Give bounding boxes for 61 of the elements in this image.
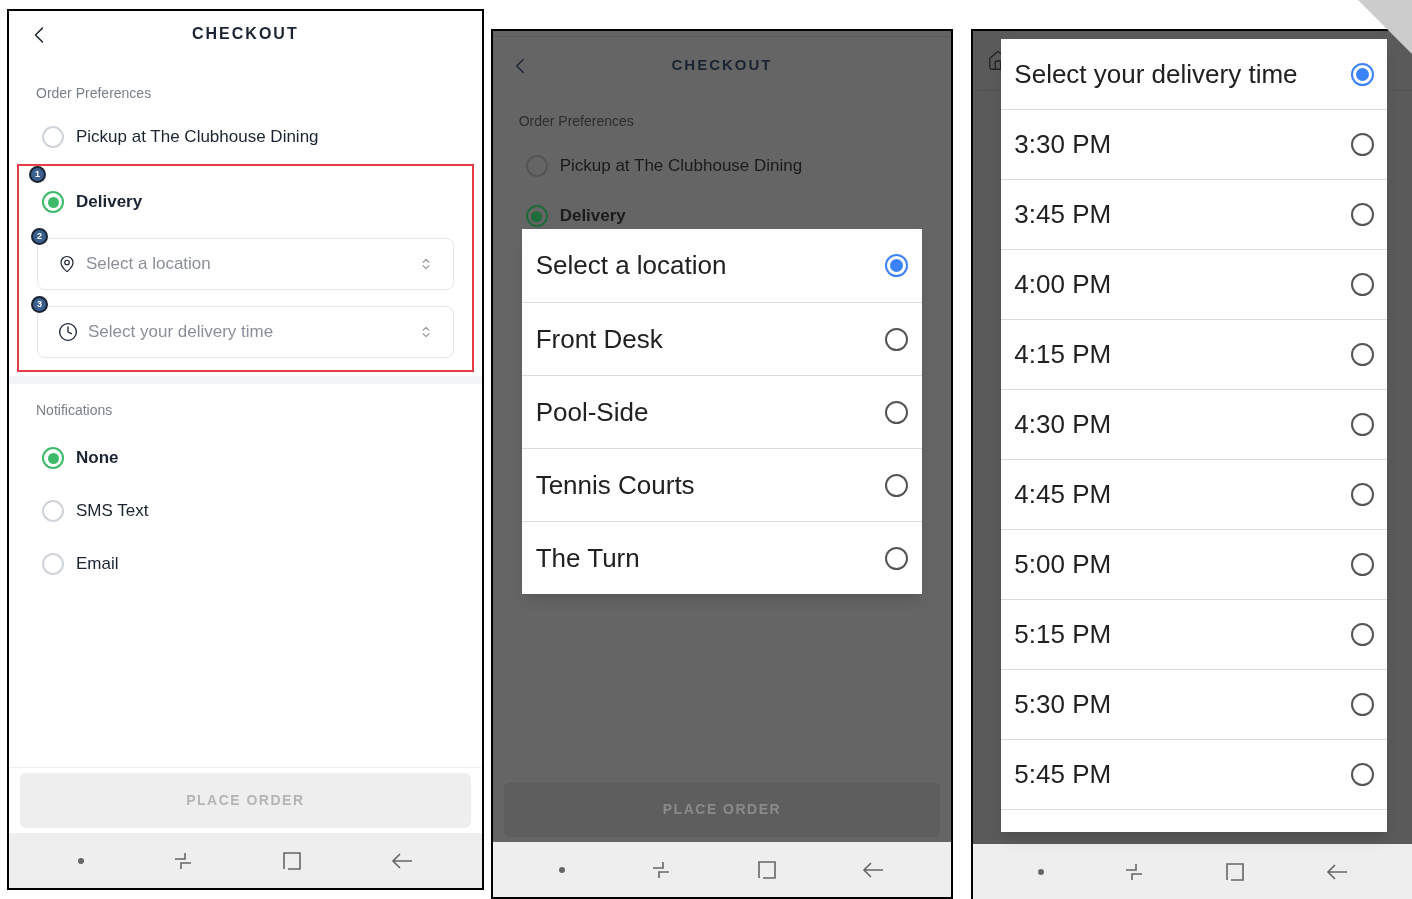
back-arrow-icon[interactable] (1325, 862, 1348, 881)
field-placeholder: Select your delivery time (88, 321, 275, 344)
option-label: Delivery (76, 191, 143, 214)
radio-button[interactable] (1351, 133, 1375, 156)
picker-option[interactable]: Select a location (521, 229, 922, 302)
section-label: Notifications (36, 402, 113, 418)
picker-option[interactable]: 5:00 PM (1001, 529, 1388, 599)
radio-button[interactable] (525, 205, 548, 227)
picker-option[interactable]: Tennis Courts (521, 448, 922, 521)
screen-title: CHECKOUT (671, 54, 773, 75)
back-arrow-icon[interactable] (862, 860, 885, 879)
radio-button[interactable] (1351, 413, 1375, 436)
screen-title: CHECKOUT (192, 24, 299, 44)
option-label: Email (76, 553, 119, 576)
location-pin-icon (58, 255, 76, 273)
step-badge: 1 (29, 166, 46, 183)
radio-button[interactable] (1351, 273, 1375, 296)
option-label: Pickup at The Clubhouse Dining (559, 155, 803, 178)
option-label: SMS Text (76, 500, 149, 523)
radio-button[interactable] (884, 327, 908, 351)
radio-button[interactable] (1351, 553, 1375, 576)
radio-button[interactable] (1351, 693, 1375, 716)
back-arrow-icon[interactable] (391, 851, 414, 870)
radio-button[interactable] (884, 473, 908, 497)
step-badge: 3 (31, 296, 48, 313)
picker-option[interactable]: 5:45 PM (1001, 739, 1388, 809)
page-corner-drawing (1358, 0, 1412, 54)
picker-option[interactable]: Select your delivery time (1001, 39, 1388, 109)
clock-icon (58, 322, 78, 342)
section-label: Order Preferences (518, 113, 634, 129)
section-label: Order Preferences (36, 85, 152, 101)
recents-icon[interactable] (1124, 862, 1145, 881)
radio-button[interactable] (1351, 62, 1375, 86)
radio-button[interactable] (1351, 203, 1375, 226)
picker-option[interactable]: 4:45 PM (1001, 459, 1388, 529)
picker-option[interactable]: 5:15 PM (1001, 599, 1388, 669)
radio-button[interactable] (1351, 763, 1375, 786)
option-label: Delivery (559, 205, 626, 228)
picker-option[interactable]: 4:30 PM (1001, 389, 1388, 459)
step-badge: 2 (31, 228, 48, 245)
picker-option[interactable]: 4:15 PM (1001, 319, 1388, 389)
radio-button[interactable] (1351, 343, 1375, 366)
radio-button[interactable] (884, 546, 908, 570)
recents-icon[interactable] (651, 860, 672, 879)
field-placeholder: Select a location (86, 253, 212, 276)
option-label: Pickup at The Clubhouse Dining (76, 126, 319, 149)
picker-option[interactable]: The Turn (521, 521, 922, 594)
radio-button[interactable] (884, 400, 908, 424)
picker-option[interactable]: 4:00 PM (1001, 249, 1388, 319)
radio-button[interactable] (42, 447, 64, 469)
picker-option[interactable]: 3:30 PM (1001, 109, 1388, 179)
picker-option[interactable]: Pool-Side (521, 375, 922, 448)
radio-button[interactable] (42, 191, 64, 213)
radio-button[interactable] (884, 254, 908, 277)
recents-icon[interactable] (172, 851, 193, 870)
radio-button[interactable] (1351, 623, 1375, 646)
picker-option[interactable]: Front Desk (521, 302, 922, 375)
picker-option[interactable]: 3:45 PM (1001, 179, 1388, 249)
picker-option[interactable]: 5:30 PM (1001, 669, 1388, 739)
option-label: None (76, 447, 119, 470)
radio-button[interactable] (1351, 483, 1375, 506)
